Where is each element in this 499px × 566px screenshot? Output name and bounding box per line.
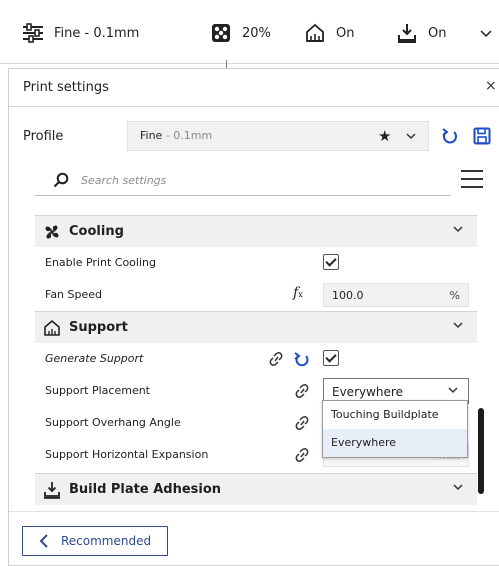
search-bar[interactable]: Search settings <box>35 166 451 196</box>
save-icon[interactable] <box>473 127 491 145</box>
chevron-down-icon <box>453 226 463 233</box>
support-summary-label: On <box>336 25 355 41</box>
category-support-label: Support <box>69 320 128 335</box>
setting-label: Fan Speed <box>45 288 103 301</box>
reset-icon[interactable] <box>441 126 459 146</box>
close-icon[interactable]: × <box>485 78 497 94</box>
settings-list: Cooling Enable Print Cooling Fan Speed f… <box>35 213 477 505</box>
chevron-down-icon[interactable] <box>480 30 492 38</box>
category-build-plate-adhesion-label: Build Plate Adhesion <box>69 482 222 497</box>
fan-icon <box>45 225 59 239</box>
top-toolbar: Fine - 0.1mm 20% On On <box>0 0 499 68</box>
profile-value-sub: - 0.1mm <box>162 129 213 142</box>
infill-summary[interactable]: 20% <box>210 20 271 46</box>
support-icon <box>44 319 60 336</box>
enable-print-cooling-checkbox[interactable] <box>323 254 339 270</box>
settings-sliders-icon <box>23 23 43 43</box>
print-settings-panel: Print settings × Profile Fine - 0.1mm ★ … <box>8 68 499 566</box>
settings-menu-icon[interactable] <box>461 170 483 190</box>
category-cooling[interactable]: Cooling <box>35 215 477 247</box>
support-summary[interactable]: On <box>304 20 354 46</box>
chevron-left-icon <box>39 534 48 548</box>
chevron-down-icon <box>448 387 458 394</box>
function-icon[interactable]: fx <box>293 285 303 301</box>
footer-divider <box>9 511 499 512</box>
support-placement-value: Everywhere <box>332 385 403 399</box>
chevron-down-icon <box>453 322 463 329</box>
setting-label: Generate Support <box>45 352 144 365</box>
link-icon[interactable] <box>293 383 311 399</box>
profile-value: Fine - 0.1mm <box>140 129 212 142</box>
fan-speed-input[interactable]: 100.0 % <box>323 283 469 307</box>
profile-label: Profile <box>23 129 64 144</box>
link-icon[interactable] <box>267 351 285 367</box>
setting-enable-print-cooling: Enable Print Cooling <box>35 247 477 279</box>
category-build-plate-adhesion[interactable]: Build Plate Adhesion <box>35 473 477 505</box>
support-placement-dropdown: Touching Buildplate Everywhere <box>322 400 468 458</box>
support-icon <box>306 23 324 42</box>
link-icon[interactable] <box>293 415 311 431</box>
category-support[interactable]: Support <box>35 311 477 343</box>
search-input[interactable]: Search settings <box>81 174 166 187</box>
chevron-down-icon[interactable] <box>406 132 416 140</box>
infill-icon <box>212 24 230 42</box>
link-icon[interactable] <box>293 447 311 463</box>
adhesion-summary[interactable]: On <box>396 20 446 46</box>
favorite-star-icon[interactable]: ★ <box>378 127 391 145</box>
settings-scrollbar[interactable] <box>478 408 484 494</box>
reset-icon[interactable] <box>293 350 311 368</box>
setting-label: Support Overhang Angle <box>45 416 181 429</box>
setting-label: Enable Print Cooling <box>45 256 156 269</box>
chevron-down-icon <box>453 484 463 491</box>
panel-connector <box>226 60 227 68</box>
profile-value-main: Fine <box>140 129 163 142</box>
dropdown-option-touching-buildplate[interactable]: Touching Buildplate <box>323 401 467 429</box>
generate-support-checkbox[interactable] <box>323 350 339 366</box>
panel-header: Print settings × <box>9 69 499 107</box>
adhesion-summary-label: On <box>428 25 447 41</box>
setting-generate-support: Generate Support <box>35 343 477 375</box>
recommended-button[interactable]: Recommended <box>22 526 168 556</box>
setting-fan-speed: Fan Speed fx 100.0 % <box>35 279 477 311</box>
panel-title: Print settings <box>23 80 109 95</box>
category-cooling-label: Cooling <box>69 224 124 239</box>
infill-summary-label: 20% <box>242 25 271 41</box>
setting-label: Support Horizontal Expansion <box>45 448 209 461</box>
setting-label: Support Placement <box>45 384 150 397</box>
dropdown-option-everywhere[interactable]: Everywhere <box>323 429 467 457</box>
profile-summary[interactable]: Fine - 0.1mm <box>22 20 139 46</box>
adhesion-icon <box>398 24 416 43</box>
profile-summary-label: Fine - 0.1mm <box>54 25 140 41</box>
fan-speed-unit: % <box>449 289 460 302</box>
profile-selector[interactable]: Fine - 0.1mm ★ <box>127 121 429 151</box>
adhesion-icon <box>44 482 60 499</box>
search-icon <box>53 172 69 188</box>
fan-speed-value: 100.0 <box>332 289 364 302</box>
recommended-label: Recommended <box>61 534 152 548</box>
